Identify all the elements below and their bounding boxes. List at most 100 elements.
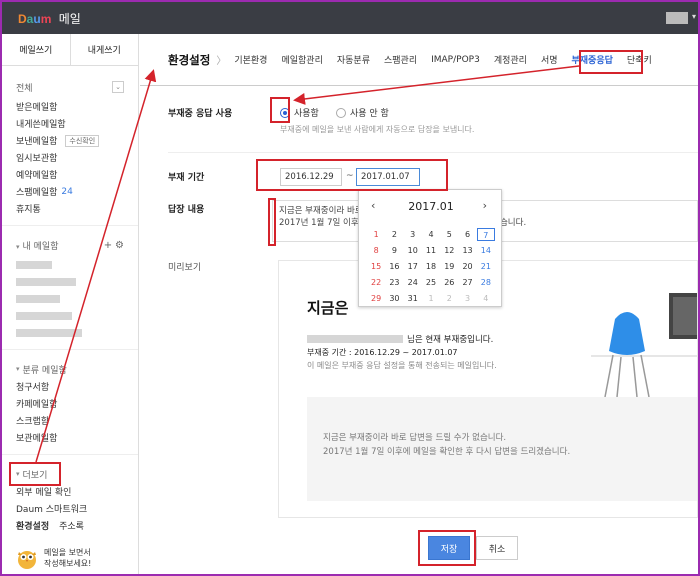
sidebar-item-sent[interactable]: 보낸메일함 수신확인	[16, 132, 124, 149]
address-book-link[interactable]: 주소록	[59, 519, 84, 532]
calendar-day[interactable]: 2	[440, 292, 458, 305]
list-item[interactable]	[16, 256, 124, 273]
chevron-down-icon[interactable]: ▾	[692, 12, 696, 21]
save-button[interactable]: 저장	[428, 536, 470, 560]
my-mailbox-header[interactable]: ▾ 내 메일함	[16, 239, 59, 252]
auto-reply-description: 부재중에 메일을 보낸 사람에게 자동으로 답장을 보냅니다.	[280, 125, 475, 134]
calendar-day[interactable]: 22	[367, 276, 385, 289]
tab-mailbox[interactable]: 메일함관리	[281, 53, 322, 66]
chair-illustration-icon	[591, 293, 697, 398]
calendar-day[interactable]: 3	[404, 228, 422, 241]
category-header[interactable]: 분류 메일함	[23, 363, 67, 376]
calendar-day[interactable]: 1	[367, 228, 385, 241]
sidebar-item-external[interactable]: 외부 메일 확인	[16, 483, 124, 500]
sidebar-item-cafe[interactable]: 카페메일함	[16, 395, 124, 412]
tab-filter[interactable]: 자동분류	[337, 53, 370, 66]
calendar-day[interactable]: 23	[385, 276, 403, 289]
gear-icon[interactable]: ⚙	[115, 240, 124, 251]
read-receipt-button[interactable]: 수신확인	[65, 134, 100, 147]
period-label: 부재 기간	[168, 173, 205, 183]
calendar-day[interactable]: 1	[422, 292, 440, 305]
list-item[interactable]	[16, 307, 124, 324]
chevron-down-icon[interactable]: ⌄	[112, 81, 124, 93]
calendar-day[interactable]: 10	[404, 244, 422, 257]
daum-logo[interactable]: Daum 메일	[18, 10, 81, 27]
radio-use-off[interactable]: 사용 안 함	[336, 106, 389, 119]
calendar-day[interactable]: 21	[477, 260, 495, 273]
preview-title: 지금은	[307, 299, 349, 317]
calendar-day[interactable]: 16	[385, 260, 403, 273]
cancel-button[interactable]: 취소	[476, 536, 518, 560]
sidebar-item-bills[interactable]: 청구서함	[16, 378, 124, 395]
all-mail-label[interactable]: 전체	[16, 81, 33, 94]
calendar-day[interactable]: 30	[385, 292, 403, 305]
sidebar-item-drafts[interactable]: 임시보관함	[16, 149, 124, 166]
user-avatar[interactable]	[666, 12, 688, 24]
calendar-day[interactable]: 14	[477, 244, 495, 257]
calendar-day[interactable]: 11	[422, 244, 440, 257]
end-date-input[interactable]: 2017.01.07	[356, 168, 420, 186]
calendar-day[interactable]: 4	[422, 228, 440, 241]
list-item[interactable]	[16, 273, 124, 290]
reply-content-label: 답장 내용	[168, 205, 205, 215]
calendar-day[interactable]: 19	[440, 260, 458, 273]
calendar-day[interactable]: 25	[422, 276, 440, 289]
sidebar-item-trash[interactable]: 휴지통	[16, 200, 124, 217]
calendar-day[interactable]: 7	[476, 228, 495, 241]
preview-period-line: 부재중 기간 : 2016.12.29 ~ 2017.01.07	[307, 348, 458, 357]
calendar-day[interactable]: 27	[458, 276, 476, 289]
tab-signature[interactable]: 서명	[541, 53, 558, 66]
sidebar-item-self[interactable]: 내게쓴메일함	[16, 115, 124, 132]
sidebar-item-inbox[interactable]: 받은메일함	[16, 98, 124, 115]
calendar-day[interactable]: 15	[367, 260, 385, 273]
calendar-day[interactable]: 26	[440, 276, 458, 289]
sidebar-item-scheduled[interactable]: 예약메일함	[16, 166, 124, 183]
chevron-right-icon: 〉	[216, 56, 227, 67]
sidebar-item-smartwork[interactable]: Daum 스마트워크	[16, 500, 124, 517]
settings-link[interactable]: 환경설정	[16, 519, 49, 532]
calendar-day[interactable]: 17	[404, 260, 422, 273]
sidebar-item-archive[interactable]: 보관메일함	[16, 429, 124, 446]
calendar-day[interactable]: 5	[440, 228, 458, 241]
add-icon[interactable]: +	[104, 240, 112, 251]
more-header[interactable]: 더보기	[23, 468, 48, 481]
calendar-day[interactable]: 9	[385, 244, 403, 257]
start-date-input[interactable]: 2016.12.29	[280, 168, 342, 186]
calendar-day[interactable]: 12	[440, 244, 458, 257]
calendar-day[interactable]: 18	[422, 260, 440, 273]
calendar-day[interactable]: 2	[385, 228, 403, 241]
sidebar-item-scrap[interactable]: 스크랩함	[16, 412, 124, 429]
radio-use-on[interactable]: 사용함	[280, 106, 319, 119]
tab-account[interactable]: 계정관리	[494, 53, 527, 66]
calendar-day[interactable]: 4	[477, 292, 495, 305]
calendar-day[interactable]: 20	[458, 260, 476, 273]
tab-imap[interactable]: IMAP/POP3	[431, 55, 480, 65]
sidebar-item-spam[interactable]: 스팸메일함 24	[16, 183, 124, 200]
list-item[interactable]	[16, 324, 124, 341]
tab-auto-reply[interactable]: 부재중응답	[572, 53, 613, 66]
calendar-day[interactable]: 31	[404, 292, 422, 305]
chevron-down-icon: ▾	[16, 242, 20, 251]
compose-button[interactable]: 메일쓰기	[2, 34, 70, 65]
self-compose-button[interactable]: 내게쓰기	[69, 34, 139, 65]
app-name: 메일	[58, 12, 81, 26]
calendar-day[interactable]: 6	[458, 228, 476, 241]
calendar-day[interactable]: 28	[477, 276, 495, 289]
chevron-down-icon[interactable]: ▾	[16, 470, 20, 478]
preview-body: 지금은 부재중이라 바로 답변을 드릴 수가 없습니다. 2017년 1월 7일…	[307, 397, 697, 501]
list-item[interactable]	[16, 290, 124, 307]
owl-mascot-icon	[18, 551, 36, 569]
chevron-right-icon[interactable]: ›	[483, 199, 487, 212]
radio-on-icon	[280, 107, 290, 118]
tab-shortcuts[interactable]: 단축키	[627, 53, 652, 66]
calendar-day[interactable]: 29	[367, 292, 385, 305]
tab-spam[interactable]: 스팸관리	[384, 53, 417, 66]
calendar-day[interactable]: 8	[367, 244, 385, 257]
promo-banner[interactable]: 메일을 보면서 작성해보세요!	[16, 546, 91, 570]
tab-basic[interactable]: 기본환경	[234, 53, 267, 66]
calendar-day[interactable]: 3	[458, 292, 476, 305]
chevron-down-icon[interactable]: ▾	[16, 365, 20, 373]
calendar-day[interactable]: 24	[404, 276, 422, 289]
calendar-day[interactable]: 13	[458, 244, 476, 257]
settings-main: 환경설정 〉 기본환경 메일함관리 자동분류 스팸관리 IMAP/POP3 계정…	[140, 34, 698, 574]
